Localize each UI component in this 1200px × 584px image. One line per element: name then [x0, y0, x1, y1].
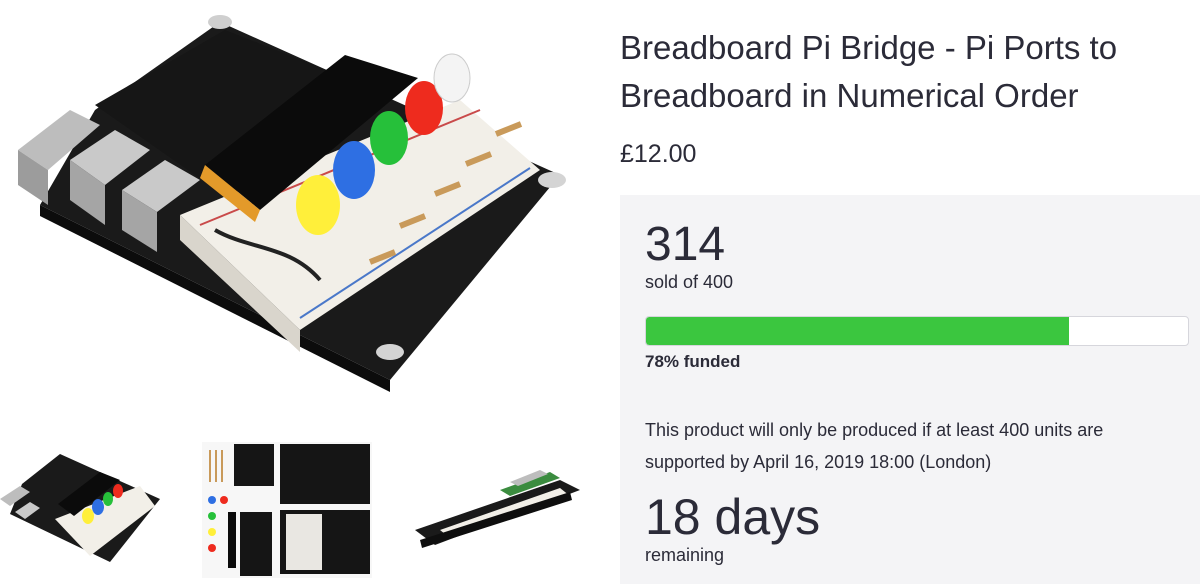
thumbnail-kit-parts[interactable]	[202, 442, 372, 578]
thumbnail-assembled-kit[interactable]	[0, 444, 165, 570]
funding-deadline-notice: This product will only be produced if at…	[645, 420, 1104, 472]
funded-percent: 78% funded	[645, 352, 741, 371]
product-title: Breadboard Pi Bridge - Pi Ports to Bread…	[620, 29, 1118, 114]
funding-panel: 314 sold of 400 78% funded This product …	[620, 195, 1200, 584]
main-product-photo	[0, 0, 600, 420]
product-price: £12.00	[620, 140, 697, 168]
sold-label: sold of 400	[645, 272, 734, 292]
funding-progress-bar	[645, 316, 1189, 346]
days-remaining-count: 18 days	[645, 489, 821, 545]
funding-progress-fill	[646, 317, 1069, 345]
days-remaining-label: remaining	[645, 545, 725, 565]
sold-count: 314	[645, 218, 726, 271]
thumbnail-side-view[interactable]	[410, 460, 585, 572]
